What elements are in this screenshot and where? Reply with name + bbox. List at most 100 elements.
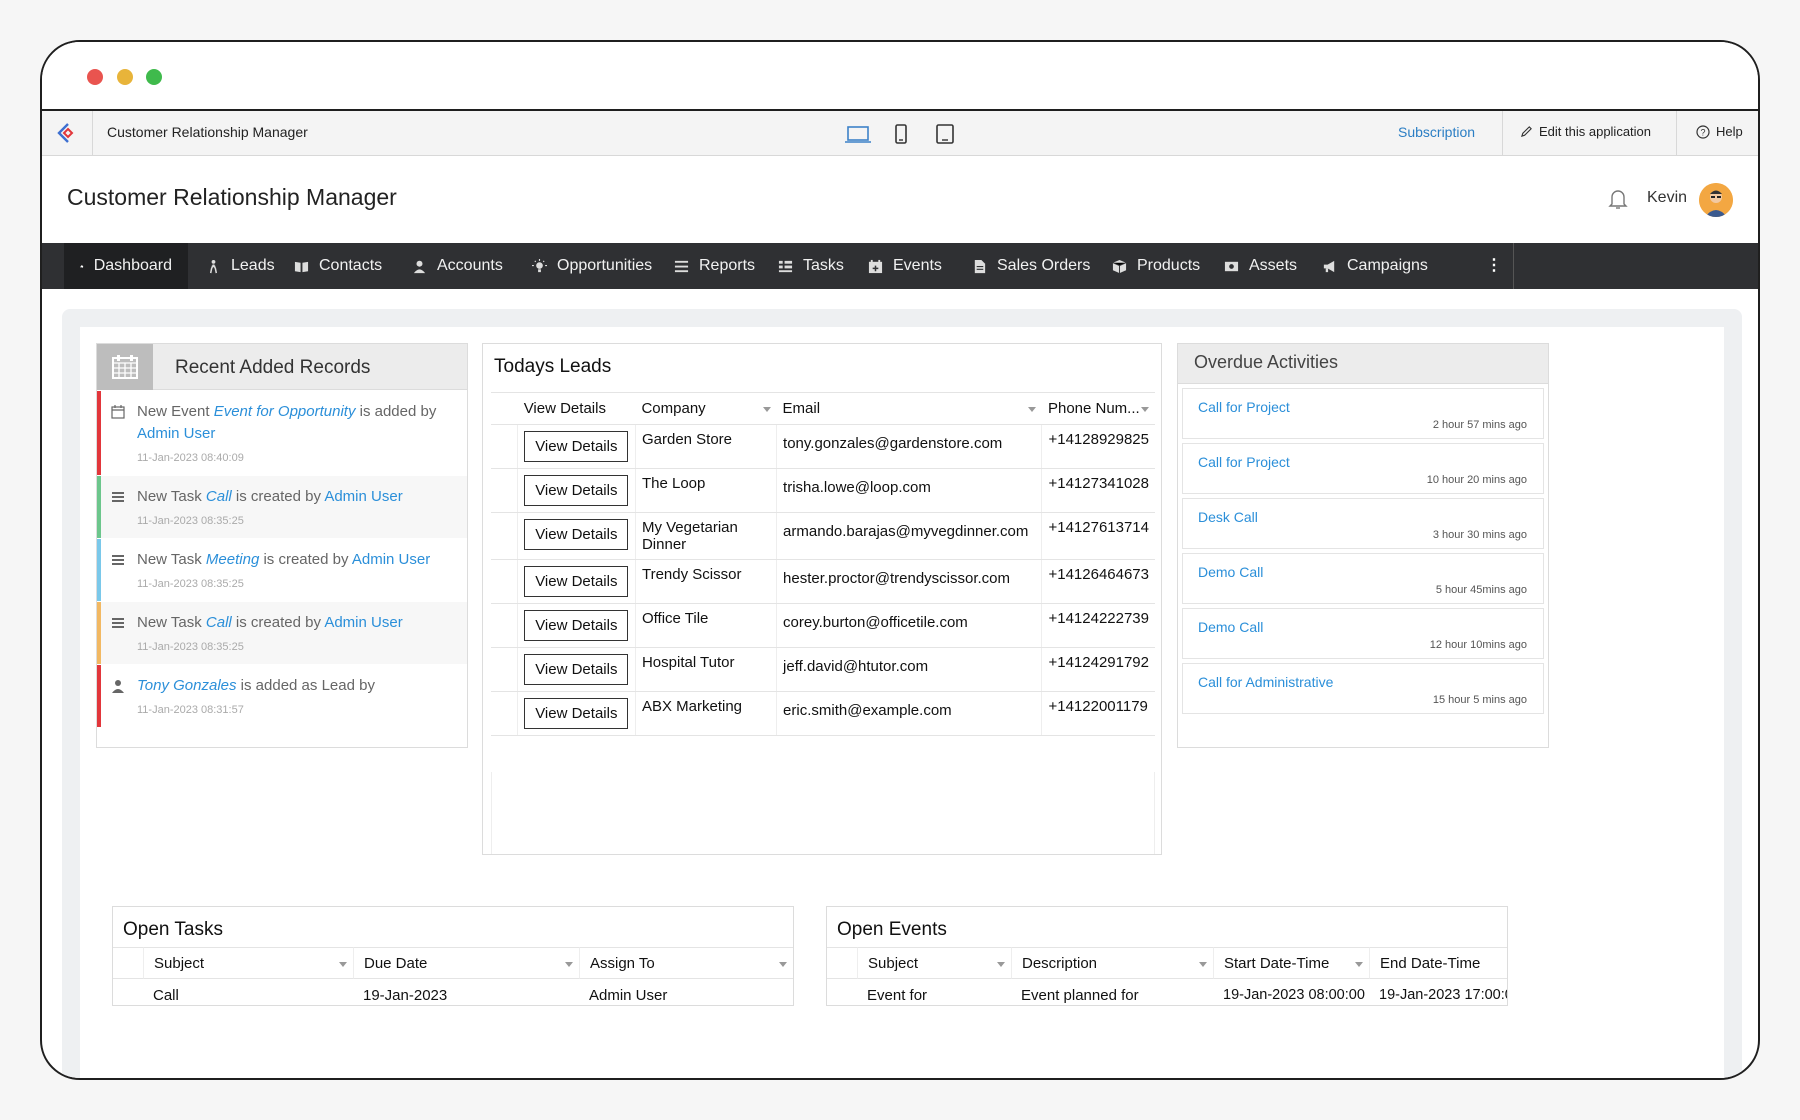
edit-application-button[interactable]: Edit this application [1520,124,1651,139]
view-details-button[interactable]: View Details [524,519,629,550]
calendar-icon [111,405,125,419]
column-header-start-date-time[interactable]: Start Date-Time [1213,947,1369,979]
sort-caret-icon[interactable] [339,962,347,967]
row-select-cell[interactable] [491,559,519,604]
tablet-view-icon[interactable] [933,122,957,146]
record-user-link[interactable]: Admin User [352,551,430,568]
view-details-cell: View Details [517,691,636,736]
activity-link[interactable]: Call for Project [1198,399,1290,415]
row-select-cell[interactable] [491,424,519,469]
app-logo-icon[interactable] [56,121,80,145]
desktop-view-icon[interactable] [844,122,872,146]
table-divider [491,772,492,854]
company-cell: My Vegetarian Dinner [634,512,777,560]
nav-opportunities[interactable]: Opportunities [516,243,668,289]
column-header-subject[interactable]: Subject [857,947,1011,979]
list-item[interactable]: Call for Project 10 hour 20 mins ago [1182,443,1544,494]
record-link[interactable]: Event for Opportunity [214,403,356,420]
nav-assets[interactable]: Assets [1208,243,1313,289]
sort-caret-icon[interactable] [1141,407,1149,412]
user-name[interactable]: Kevin [1647,189,1687,207]
sort-caret-icon[interactable] [1199,962,1207,967]
column-header-view-details[interactable]: View Details [517,392,636,425]
nav-contacts[interactable]: Contacts [278,243,398,289]
view-details-button[interactable]: View Details [524,698,629,729]
activity-link[interactable]: Demo Call [1198,564,1263,580]
view-details-button[interactable]: View Details [524,566,629,597]
maximize-window-button[interactable] [146,69,162,85]
phone-cell: +14124291792 [1041,647,1155,692]
view-details-cell: View Details [517,603,636,648]
view-details-button[interactable]: View Details [524,431,629,462]
more-menu-icon[interactable]: ⋮ [1486,255,1502,275]
activity-link[interactable]: Call for Project [1198,454,1290,470]
sort-caret-icon[interactable] [779,962,787,967]
minimize-window-button[interactable] [117,69,133,85]
sort-caret-icon[interactable] [1355,962,1363,967]
row-select-cell[interactable] [491,512,519,560]
close-window-button[interactable] [87,69,103,85]
help-button[interactable]: ? Help [1696,124,1743,139]
nav-tasks[interactable]: Tasks [762,243,860,289]
bell-icon[interactable] [1608,188,1628,210]
sort-caret-icon[interactable] [997,962,1005,967]
record-user-link[interactable]: Admin User [137,425,215,442]
record-link[interactable]: Call [206,488,232,505]
nav-products[interactable]: Products [1096,243,1216,289]
sort-caret-icon[interactable] [565,962,573,967]
sort-caret-icon[interactable] [762,407,771,412]
column-header-description[interactable]: Description [1011,947,1213,979]
list-item[interactable]: Call for Administrative 15 hour 5 mins a… [1182,663,1544,714]
view-details-cell: View Details [517,559,636,604]
nav-reports[interactable]: Reports [658,243,771,289]
row-select-cell[interactable] [491,647,519,692]
nav-campaigns[interactable]: Campaigns [1306,243,1444,289]
column-header-end-date-time[interactable]: End Date-Time [1369,947,1507,979]
activity-link[interactable]: Desk Call [1198,509,1258,525]
list-item[interactable]: Demo Call 12 hour 10mins ago [1182,608,1544,659]
app-toolbar: Customer Relationship Manager Subscripti… [42,111,1758,156]
column-header-subject[interactable]: Subject [143,947,353,979]
record-link[interactable]: Meeting [206,551,259,568]
record-link[interactable]: Tony Gonzales [137,677,237,694]
email-cell: hester.proctor@trendyscissor.com [776,559,1042,604]
record-user-link[interactable]: Admin User [324,488,402,505]
nav-sales-orders[interactable]: Sales Orders [956,243,1106,289]
record-user-link[interactable]: Admin User [324,614,402,631]
view-details-button[interactable]: View Details [524,475,629,506]
pencil-icon [1520,126,1532,138]
record-link[interactable]: Call [206,614,232,631]
row-select-cell[interactable] [491,691,519,736]
column-label: Company [641,400,706,417]
column-header-email[interactable]: Email [776,392,1042,425]
company-cell: ABX Marketing [634,691,777,736]
mobile-view-icon[interactable] [889,122,913,146]
view-details-button[interactable]: View Details [524,654,629,685]
column-header-assign-to[interactable]: Assign To [579,947,793,979]
record-timestamp: 11-Jan-2023 08:35:25 [137,578,244,590]
list-item[interactable]: Demo Call 5 hour 45mins ago [1182,553,1544,604]
column-header-company[interactable]: Company [635,392,777,425]
phone-cell: +14127341028 [1041,468,1155,513]
list-item[interactable]: Call for Project 2 hour 57 mins ago [1182,388,1544,439]
sort-caret-icon[interactable] [1027,407,1036,412]
nav-events[interactable]: Events [852,243,958,289]
nav-dashboard[interactable]: Dashboard [64,243,188,289]
event-subject-cell: Event for [867,987,928,1004]
view-details-button[interactable]: View Details [524,610,629,641]
avatar[interactable] [1699,183,1733,217]
column-header-phone[interactable]: Phone Num... [1041,392,1155,425]
nav-leads[interactable]: Leads [190,243,291,289]
bulb-icon [532,258,547,272]
subscription-link[interactable]: Subscription [1398,124,1475,140]
row-select-cell[interactable] [491,468,519,513]
nav-accounts[interactable]: Accounts [396,243,519,289]
activity-link[interactable]: Call for Administrative [1198,674,1333,690]
activity-link[interactable]: Demo Call [1198,619,1263,635]
list-item[interactable]: Desk Call 3 hour 30 mins ago [1182,498,1544,549]
column-header-due-date[interactable]: Due Date [353,947,579,979]
person-walk-icon [209,259,218,273]
row-select-cell[interactable] [491,603,519,648]
company-cell: Trendy Scissor [634,559,777,604]
column-label: Phone Num... [1047,400,1140,417]
